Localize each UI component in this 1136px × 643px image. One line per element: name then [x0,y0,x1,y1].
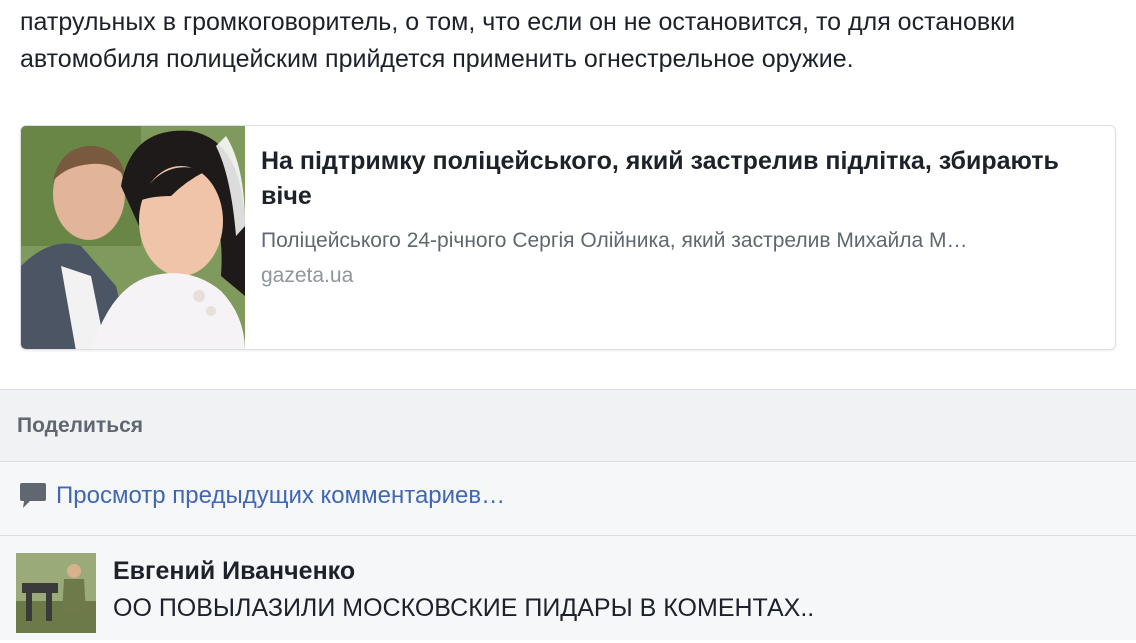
share-button[interactable]: Поделиться [17,414,143,438]
user-avatar-icon [16,553,96,633]
comment-item: Евгений Иванченко ОО ПОВЫЛАЗИЛИ МОСКОВСК… [16,553,1126,643]
comment-text: ОО ПОВЫЛАЗИЛИ МОСКОВСКИЕ ПИДАРЫ В КОМЕНТ… [113,594,815,622]
wedding-photo-icon [21,126,245,349]
comment-bubble-icon [20,483,46,508]
link-preview-body[interactable]: На підтримку поліцейського, який застрел… [245,126,1115,349]
comments-divider [0,535,1136,536]
link-thumbnail-image[interactable] [21,126,245,349]
comment-author[interactable]: Евгений Иванченко [113,557,355,586]
comments-section: Просмотр предыдущих комментариев… Евгени… [0,462,1136,640]
view-previous-comments-label[interactable]: Просмотр предыдущих комментариев… [56,482,505,510]
link-description: Поліцейського 24-річного Сергія Олійника… [261,229,968,252]
link-preview-card[interactable]: На підтримку поліцейського, який застрел… [20,125,1116,350]
view-previous-comments-link[interactable]: Просмотр предыдущих комментариев… [18,482,505,510]
share-bar: Поделиться [0,389,1136,462]
post-text: патрульных в громкоговоритель, о том, чт… [20,8,1016,73]
comment-avatar[interactable] [16,553,96,633]
link-title[interactable]: На підтримку поліцейського, який застрел… [261,144,1093,214]
link-domain: gazeta.ua [261,264,354,287]
